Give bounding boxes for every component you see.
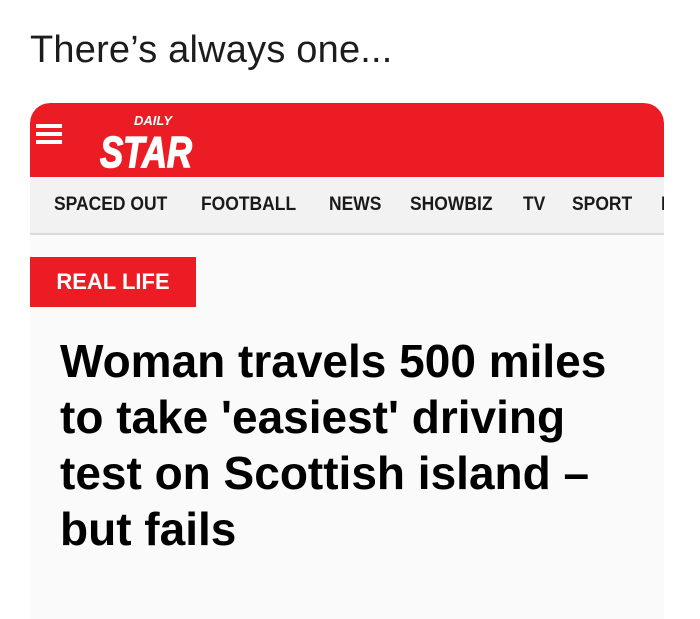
hamburger-menu-icon[interactable] bbox=[36, 124, 64, 152]
nav-item-showbiz[interactable]: SHOWBIZ bbox=[410, 194, 493, 216]
nav-item-news[interactable]: NEWS bbox=[329, 194, 381, 216]
category-tag[interactable]: REAL LIFE bbox=[30, 257, 196, 307]
nav-item-li-truncated[interactable]: LI bbox=[661, 194, 664, 216]
news-screenshot: DAILY STAR SPACED OUT FOOTBALL NEWS SHOW… bbox=[30, 103, 664, 619]
daily-star-logo[interactable]: DAILY STAR bbox=[94, 107, 234, 173]
logo-daily-text: DAILY bbox=[134, 113, 173, 128]
nav-item-tv[interactable]: TV bbox=[523, 194, 545, 216]
nav-item-football[interactable]: FOOTBALL bbox=[201, 194, 296, 216]
section-nav: SPACED OUT FOOTBALL NEWS SHOWBIZ TV SPOR… bbox=[30, 177, 664, 235]
logo-star-text: STAR bbox=[100, 128, 192, 173]
site-header: DAILY STAR bbox=[30, 103, 664, 177]
nav-item-sport[interactable]: SPORT bbox=[572, 194, 632, 216]
article-headline[interactable]: Woman travels 500 miles to take 'easiest… bbox=[60, 333, 650, 557]
caption-text: There’s always one... bbox=[30, 29, 393, 71]
nav-item-spaced-out[interactable]: SPACED OUT bbox=[54, 194, 167, 216]
